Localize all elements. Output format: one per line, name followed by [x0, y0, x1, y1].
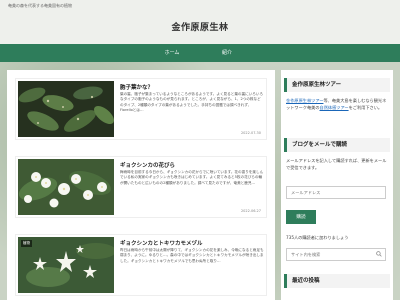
subscribe-button[interactable]: 購読	[286, 210, 316, 224]
sidebar: 金作原原生林ツアー 金作原原生林ツアー等、奄美大島を楽しむなら観光ネットワーク奄…	[281, 70, 393, 300]
main-nav: ホーム 紹介	[0, 44, 400, 62]
post-snippet: 梅雨時を目前する今日から、ギョクシンカの花からでに咲いています。花の香りを楽しん…	[120, 170, 264, 185]
subscriber-count: 735人の購読者に加わりましょう	[286, 235, 349, 240]
tour-text-2: をご利用下さい。	[348, 104, 383, 110]
leaves-image	[18, 81, 114, 137]
subscribe-description: メールアドレスを記入して購読すれば、更新をメールで受信できます。	[286, 158, 387, 170]
tour-text: 金作原原生林ツアー等、奄美大島を楽しむなら観光ネットワーク奄美の自然体感ツアーを…	[286, 98, 390, 111]
post-title[interactable]: ギョクシンカの花びら	[120, 161, 264, 169]
search-icon[interactable]	[376, 251, 382, 257]
post-thumbnail[interactable]: 植物	[18, 237, 114, 293]
post-card[interactable]: 胞子葉かな？ 葉の裏、胞子が集まっているようなところがあるようです。よく見ると葉…	[15, 78, 267, 140]
star-flowers-image	[18, 237, 114, 293]
post-thumbnail[interactable]	[18, 81, 114, 137]
post-snippet: 葉の裏、胞子が集まっているようなところがあるようです。よく見ると葉の裏にいろいろ…	[120, 92, 264, 113]
sidebar-heading-recent: 最近の投稿	[284, 274, 390, 288]
search-input[interactable]	[286, 248, 386, 261]
search-box	[286, 248, 386, 261]
nav-item-home[interactable]: ホーム	[142, 44, 202, 62]
sidebar-heading-tour: 金作原原生林ツアー	[284, 78, 390, 92]
post-card[interactable]: ギョクシンカの花びら 梅雨時を目前する今日から、ギョクシンカの花からでに咲いてい…	[15, 156, 267, 218]
sidebar-heading-subscribe: ブログをメールで購読	[284, 138, 390, 152]
tour-link[interactable]: 金作原原生林ツアー	[286, 98, 323, 103]
nav-item-about[interactable]: 紹介	[197, 44, 257, 62]
tagline: 奄美の森を代表する奄美固有の植物	[8, 3, 72, 8]
post-snippet: 昨日は雨時から午前中は太陽が降りて、ギョクシンカの花を楽しみ、今晩になると雨足も…	[120, 248, 264, 263]
email-input[interactable]	[286, 186, 386, 199]
post-date: 2022.06.27	[240, 209, 261, 213]
post-date: 2022.07.30	[240, 131, 261, 135]
site-title[interactable]: 金作原原生林	[0, 20, 400, 33]
post-title[interactable]: 胞子葉かな？	[120, 83, 264, 91]
post-card[interactable]: 植物 ギョクシンカとトキワカモメヅル 昨日は雨時から午前中は太陽が降りて、ギョク…	[15, 234, 267, 296]
post-title[interactable]: ギョクシンカとトキワカモメヅル	[120, 239, 264, 247]
category-label[interactable]: 植物	[21, 240, 32, 247]
post-list: 胞子葉かな？ 葉の裏、胞子が集まっているようなところがあるようです。よく見ると葉…	[7, 70, 275, 300]
experience-tour-link[interactable]: 自然体感ツアー	[320, 105, 349, 110]
post-thumbnail[interactable]	[18, 159, 114, 215]
white-flowers-image	[18, 159, 114, 215]
